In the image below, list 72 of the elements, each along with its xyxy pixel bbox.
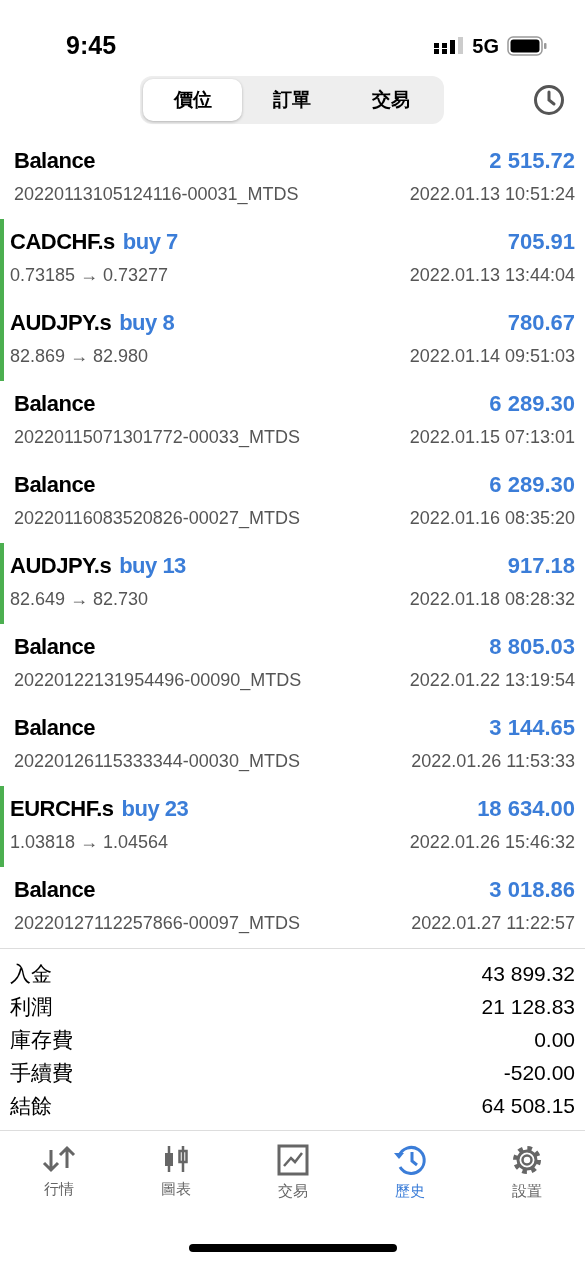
deal-title: AUDJPY.s: [10, 552, 112, 580]
deal-time: 2022.01.14 09:51:03: [409, 345, 575, 368]
clock-icon[interactable]: [533, 84, 565, 116]
deal-amount: 18 634.00: [477, 795, 575, 823]
deal-title: Balance: [14, 633, 95, 661]
segment-tab[interactable]: 價位: [143, 79, 243, 121]
clock-time: 9:45: [66, 30, 117, 62]
summary-value: 64 508.15: [481, 1092, 575, 1119]
deal-amount: 8 805.03: [489, 633, 575, 661]
deal-action: buy 13: [119, 552, 186, 580]
deal-time: 2022.01.13 13:44:04: [409, 264, 575, 287]
summary-label: 手續費: [10, 1059, 73, 1086]
deal-amount: 3 018.86: [489, 876, 575, 904]
deal-time: 2022.01.26 11:53:33: [411, 750, 575, 773]
deal-detail: 82.869 → 82.980: [10, 345, 149, 368]
deal-title: Balance: [14, 714, 95, 742]
deal-title: EURCHF.s: [10, 795, 114, 823]
deal-detail: 0.73185 → 0.73277: [10, 264, 169, 287]
summary-value: -520.00: [503, 1059, 575, 1086]
tab-bar-item[interactable]: 設置: [468, 1143, 585, 1225]
summary-label: 庫存費: [10, 1026, 73, 1053]
deal-title: CADCHF.s: [10, 228, 115, 256]
summary-value: 0.00: [534, 1026, 575, 1053]
summary-label: 入金: [10, 960, 52, 987]
tab-bar-item[interactable]: 歷史: [351, 1143, 468, 1225]
deal-amount: 705.91: [507, 228, 575, 256]
deal-time: 2022.01.15 07:13:01: [409, 426, 575, 449]
signal-icon: [434, 37, 465, 55]
segment-tab[interactable]: 交易: [341, 79, 441, 121]
deal-detail: 20220126115333344-00030_MTDS: [14, 750, 300, 774]
deal-title: Balance: [14, 147, 95, 175]
arrows-icon: [41, 1144, 76, 1174]
segment-tab[interactable]: 訂單: [242, 79, 342, 121]
deal-time: 2022.01.13 10:51:24: [409, 183, 575, 206]
deal-amount: 6 289.30: [489, 390, 575, 418]
deal-action: buy 8: [119, 309, 175, 337]
deal-detail: 20220122131954496-00090_MTDS: [14, 669, 302, 693]
line-chart-icon: [276, 1144, 309, 1176]
candlestick-icon: [162, 1144, 189, 1174]
deal-title: Balance: [14, 471, 95, 499]
deal-amount: 2 515.72: [489, 147, 575, 175]
deal-detail: 20220115071301772-00033_MTDS: [14, 426, 300, 450]
battery-icon: [507, 36, 547, 56]
summary-label: 結餘: [10, 1092, 52, 1119]
network-label: 5G: [472, 34, 499, 59]
deal-amount: 6 289.30: [489, 471, 575, 499]
deal-title: Balance: [14, 390, 95, 418]
deal-time: 2022.01.22 13:19:54: [409, 669, 575, 692]
summary-label: 利潤: [10, 993, 52, 1020]
deal-time: 2022.01.27 11:22:57: [411, 912, 575, 935]
deal-amount: 3 144.65: [489, 714, 575, 742]
summary-value: 21 128.83: [481, 993, 575, 1020]
deal-title: Balance: [14, 876, 95, 904]
deal-time: 2022.01.18 08:28:32: [409, 588, 575, 611]
deal-amount: 917.18: [507, 552, 575, 580]
deal-title: AUDJPY.s: [10, 309, 112, 337]
deal-action: buy 23: [121, 795, 189, 823]
deal-detail: 20220127112257866-00097_MTDS: [14, 912, 300, 936]
history-icon: [392, 1144, 427, 1176]
tab-bar-item[interactable]: 行情: [0, 1143, 117, 1225]
deal-action: buy 7: [122, 228, 178, 256]
deal-detail: 82.649 → 82.730: [10, 588, 149, 611]
deal-detail: 1.03818 → 1.04564: [10, 831, 169, 854]
tab-bar-item[interactable]: 圖表: [117, 1143, 234, 1225]
deal-time: 2022.01.16 08:35:20: [409, 507, 575, 530]
settings-icon: [510, 1144, 543, 1176]
deal-detail: 20220113105124116-00031_MTDS: [14, 183, 299, 207]
tab-bar-item[interactable]: 交易: [234, 1143, 351, 1225]
deal-amount: 780.67: [507, 309, 575, 337]
deal-detail: 20220116083520826-00027_MTDS: [14, 507, 300, 531]
summary-value: 43 899.32: [481, 960, 575, 987]
deal-time: 2022.01.26 15:46:32: [409, 831, 575, 854]
